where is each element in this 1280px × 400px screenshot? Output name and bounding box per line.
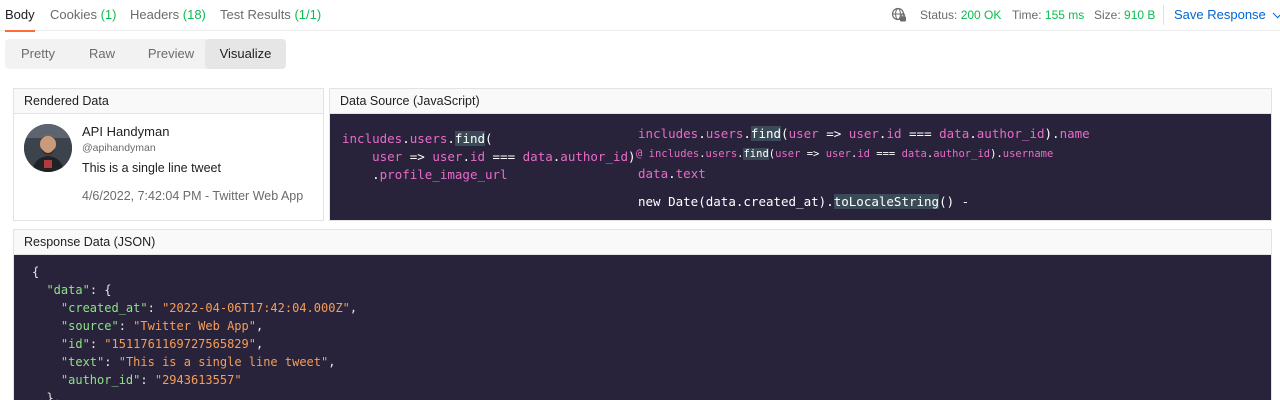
tab-headers[interactable]: Headers (18)	[130, 7, 206, 31]
json-line: {	[32, 265, 40, 279]
code-left-line-2: user => user.id === data.author_id)	[342, 149, 636, 164]
response-data-title: Response Data (JSON)	[14, 230, 1271, 255]
response-data-panel: Response Data (JSON) { "data": { "create…	[13, 229, 1272, 400]
tab-cookies-count: (1)	[100, 7, 117, 22]
save-response-button[interactable]: Save Response	[1174, 7, 1280, 22]
tab-test-results[interactable]: Test Results (1/1)	[220, 7, 321, 31]
globe-icon[interactable]	[891, 7, 907, 23]
code-right-line-3: data.text	[638, 166, 706, 181]
tab-tests-label: Test Results	[220, 7, 291, 22]
json-line: "created_at": "2022-04-06T17:42:04.000Z"…	[60, 301, 358, 315]
tab-cookies-label: Cookies	[50, 7, 97, 22]
code-left-line-1: includes.users.find(	[342, 131, 493, 146]
tweet-author-name: API Handyman	[82, 124, 170, 139]
json-line: "id": "1511761169727565829",	[60, 337, 264, 351]
json-line: "source": "Twitter Web App",	[60, 319, 264, 333]
response-tab-bar: Body Cookies (1) Headers (18) Test Resul…	[0, 0, 1280, 32]
rendered-data-panel: Rendered Data API Handyman @apihandyman …	[13, 88, 324, 221]
tab-body-label: Body	[5, 7, 35, 22]
tab-headers-count: (18)	[182, 7, 206, 22]
data-source-code-area: includes.users.find( user => user.id ===…	[330, 114, 1271, 220]
save-response-label: Save Response	[1174, 7, 1266, 22]
tweet-text: This is a single line tweet	[82, 161, 221, 175]
code-right-line-2: @ includes.users.find(user => user.id ==…	[636, 148, 1054, 160]
time-readout: Time: 155 ms	[1012, 8, 1084, 22]
status-value: 200 OK	[960, 8, 1002, 22]
code-right-line-4: new Date(data.created_at).toLocaleString…	[638, 194, 970, 209]
json-line: "text": "This is a single line tweet",	[60, 355, 336, 369]
json-line: },	[32, 391, 61, 400]
data-source-panel: Data Source (JavaScript) includes.users.…	[329, 88, 1272, 221]
tweet-author-handle: @apihandyman	[82, 142, 156, 154]
mode-preview[interactable]: Preview	[133, 39, 209, 69]
tab-headers-label: Headers	[130, 7, 180, 22]
json-line: "author_id": "2943613557"	[60, 373, 242, 387]
time-value: 155 ms	[1044, 8, 1085, 22]
code-right-line-1: includes.users.find(user => user.id === …	[638, 126, 1090, 141]
tweet-meta: 4/6/2022, 7:42:04 PM - Twitter Web App	[82, 189, 304, 203]
tab-tests-count: (1/1)	[294, 7, 322, 22]
rendered-data-title: Rendered Data	[14, 89, 323, 114]
status-readout: Status: 200 OK	[920, 8, 1001, 22]
chevron-down-icon	[1272, 8, 1280, 19]
tab-body[interactable]: Body	[5, 7, 35, 32]
size-value: 910 B	[1124, 8, 1156, 22]
data-source-title: Data Source (JavaScript)	[330, 89, 1271, 114]
mode-visualize[interactable]: Visualize	[205, 39, 286, 69]
json-block: { "data": { "created_at": "2022-04-06T17…	[32, 263, 357, 400]
size-label: Size:	[1094, 8, 1121, 22]
avatar	[24, 124, 72, 172]
view-mode-switch: Pretty Raw Preview Visualize	[5, 39, 286, 69]
size-readout: Size: 910 B	[1094, 8, 1155, 22]
json-line: "data": {	[46, 283, 112, 297]
status-label: Status:	[920, 8, 958, 22]
code-left-line-3: .profile_image_url	[372, 167, 508, 182]
divider	[1163, 5, 1164, 25]
mode-raw[interactable]: Raw	[71, 39, 133, 69]
mode-pretty[interactable]: Pretty	[5, 39, 71, 69]
tab-cookies[interactable]: Cookies (1)	[50, 7, 116, 31]
time-label: Time:	[1012, 8, 1042, 22]
response-json-area: { "data": { "created_at": "2022-04-06T17…	[14, 255, 1271, 400]
